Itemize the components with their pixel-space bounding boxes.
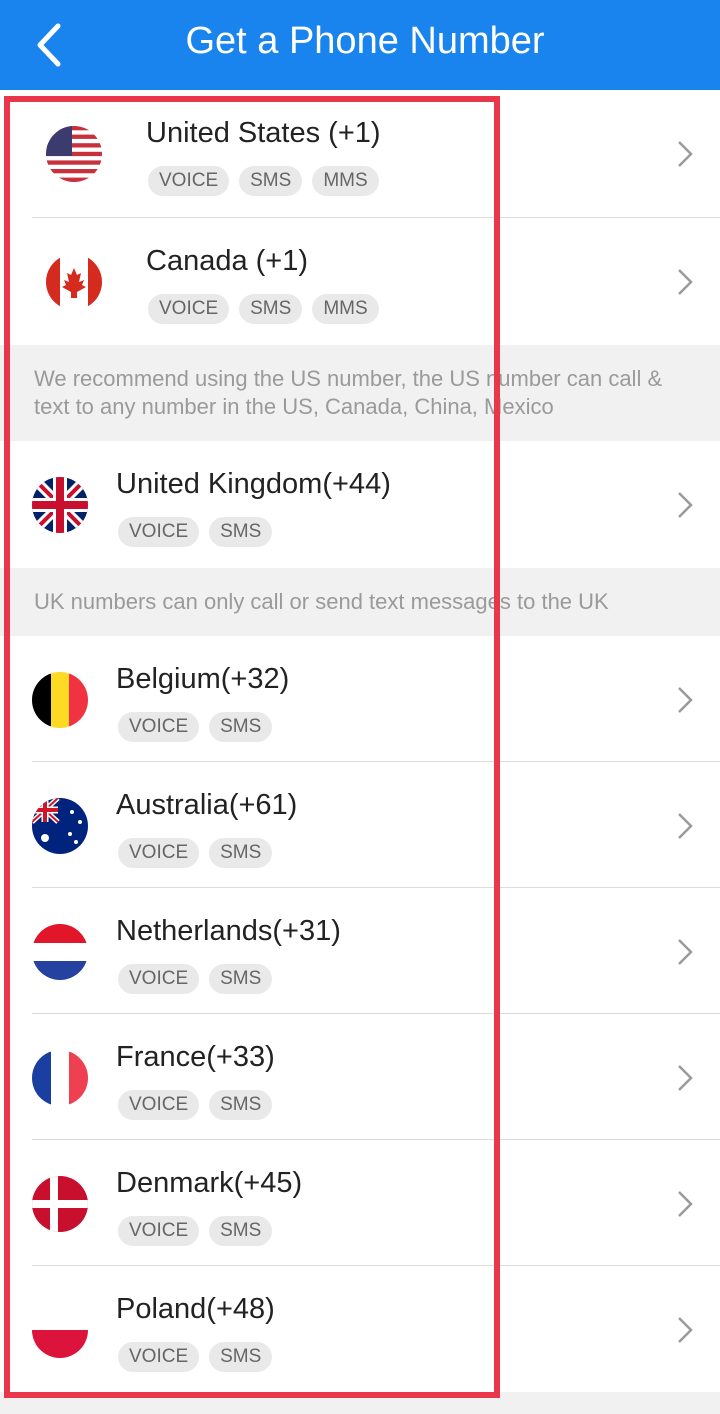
tag-mms: MMS: [312, 166, 379, 196]
tag-mms: MMS: [312, 294, 379, 324]
tag-voice: VOICE: [118, 838, 200, 868]
capability-tags: VOICE SMS: [118, 712, 273, 742]
canada-flag-icon: [46, 254, 102, 310]
country-row-denmark[interactable]: Denmark(+45) VOICE SMS: [0, 1140, 720, 1266]
capability-tags: VOICE SMS: [118, 517, 273, 547]
chevron-right-icon: [678, 141, 693, 167]
country-name: Denmark(+45): [116, 1167, 303, 1199]
country-row-france[interactable]: France(+33) VOICE SMS: [0, 1014, 720, 1140]
country-name: Belgium(+32): [116, 663, 290, 695]
tag-voice: VOICE: [118, 1216, 200, 1246]
tag-sms: SMS: [239, 294, 303, 324]
tag-voice: VOICE: [118, 1090, 200, 1120]
us-recommendation-note: We recommend using the US number, the US…: [0, 345, 720, 441]
tag-sms: SMS: [209, 1216, 273, 1246]
country-name: United States (+1): [146, 117, 381, 149]
country-name: Canada (+1): [146, 245, 309, 277]
country-name: France(+33): [116, 1041, 275, 1073]
country-name: United Kingdom(+44): [116, 468, 391, 500]
tag-sms: SMS: [209, 838, 273, 868]
tag-voice: VOICE: [148, 294, 230, 324]
country-row-canada[interactable]: Canada (+1) VOICE SMS MMS: [0, 218, 720, 345]
chevron-right-icon: [678, 1065, 693, 1091]
page-title: Get a Phone Number: [185, 20, 545, 62]
tag-sms: SMS: [239, 166, 303, 196]
netherlands-flag-icon: [32, 924, 88, 980]
capability-tags: VOICE SMS: [118, 1090, 273, 1120]
capability-tags: VOICE SMS: [118, 964, 273, 994]
country-name: Netherlands(+31): [116, 915, 341, 947]
denmark-flag-icon: [32, 1176, 88, 1232]
chevron-right-icon: [678, 813, 693, 839]
uk-restriction-note: UK numbers can only call or send text me…: [0, 568, 720, 636]
tag-voice: VOICE: [118, 712, 200, 742]
tag-voice: VOICE: [118, 964, 200, 994]
capability-tags: VOICE SMS: [118, 1342, 273, 1372]
tag-voice: VOICE: [118, 1342, 200, 1372]
tag-voice: VOICE: [118, 517, 200, 547]
chevron-right-icon: [678, 269, 693, 295]
capability-tags: VOICE SMS MMS: [148, 166, 379, 196]
country-row-us[interactable]: United States (+1) VOICE SMS MMS: [0, 90, 720, 218]
australia-flag-icon: [32, 798, 88, 854]
country-row-netherlands[interactable]: Netherlands(+31) VOICE SMS: [0, 888, 720, 1014]
tag-sms: SMS: [209, 712, 273, 742]
capability-tags: VOICE SMS: [118, 838, 273, 868]
chevron-right-icon: [678, 687, 693, 713]
country-name: Australia(+61): [116, 789, 298, 821]
capability-tags: VOICE SMS: [118, 1216, 273, 1246]
country-list: United States (+1) VOICE SMS MMS Canada …: [0, 90, 720, 1392]
tag-sms: SMS: [209, 517, 273, 547]
country-row-australia[interactable]: Australia(+61) VOICE SMS: [0, 762, 720, 888]
chevron-right-icon: [678, 1191, 693, 1217]
tag-voice: VOICE: [148, 166, 230, 196]
bottom-spacer: [0, 1392, 720, 1414]
us-flag-icon: [46, 126, 102, 182]
country-name: Poland(+48): [116, 1293, 275, 1325]
country-row-poland[interactable]: Poland(+48) VOICE SMS: [0, 1266, 720, 1392]
belgium-flag-icon: [32, 672, 88, 728]
app-bar: Get a Phone Number: [0, 0, 720, 90]
country-row-belgium[interactable]: Belgium(+32) VOICE SMS: [0, 636, 720, 762]
capability-tags: VOICE SMS MMS: [148, 294, 379, 324]
tag-sms: SMS: [209, 1342, 273, 1372]
chevron-right-icon: [678, 939, 693, 965]
chevron-right-icon: [678, 1317, 693, 1343]
chevron-right-icon: [678, 492, 693, 518]
tag-sms: SMS: [209, 964, 273, 994]
france-flag-icon: [32, 1050, 88, 1106]
country-row-uk[interactable]: United Kingdom(+44) VOICE SMS: [0, 441, 720, 568]
uk-flag-icon: [32, 477, 88, 533]
poland-flag-icon: [32, 1302, 88, 1358]
tag-sms: SMS: [209, 1090, 273, 1120]
